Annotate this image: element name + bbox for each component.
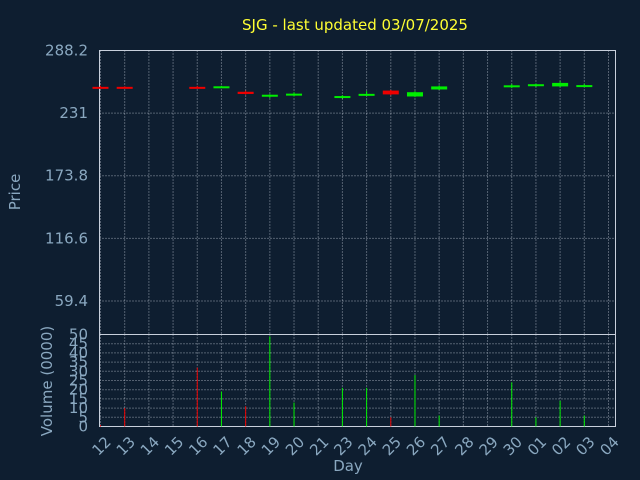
candle-body	[237, 91, 254, 94]
x-tick-label: 16	[185, 433, 211, 459]
candle-25	[382, 89, 399, 96]
candle-body	[576, 85, 593, 88]
candle-17	[213, 85, 230, 89]
volume-panel: 50454035302520151050	[69, 326, 616, 436]
candle-body	[431, 86, 448, 90]
x-tick-label: 21	[306, 433, 332, 459]
candle-24	[358, 91, 375, 97]
x-tick-label: 01	[524, 433, 550, 459]
x-tick-label: 27	[427, 433, 453, 459]
price-tick-label: 231	[59, 104, 88, 122]
price-plot-frame	[99, 50, 616, 335]
x-tick-label: 02	[548, 433, 574, 459]
candle-18	[237, 90, 254, 95]
x-tick-label: 30	[500, 433, 526, 459]
price-tick-label: 173.8	[45, 167, 88, 185]
price-tick-label: 288.2	[45, 42, 88, 60]
candle-body	[261, 94, 278, 97]
candle-body	[382, 90, 399, 95]
candle-12	[92, 85, 109, 89]
candle-body	[189, 86, 206, 89]
x-tick-label: 14	[137, 433, 163, 459]
x-tick-label: 19	[258, 433, 284, 459]
x-tick-label: 25	[379, 433, 405, 459]
candle-27	[431, 85, 448, 91]
x-tick-label: 29	[476, 433, 502, 459]
stock-chart: SJG - last updated 03/07/2025 288.2 231 17…	[6, 16, 623, 475]
candle-body	[92, 86, 109, 89]
candle-body	[527, 84, 544, 87]
price-tick-label: 116.6	[45, 229, 88, 247]
price-y-ticks: 288.2 231 173.8 116.6 59.4	[45, 42, 88, 310]
x-axis-label: Day	[333, 457, 363, 475]
candle-26	[406, 91, 423, 98]
volume-y-ticks: 50454035302520151050	[69, 326, 88, 436]
volume-tick-label: 0	[78, 418, 88, 436]
x-tick-label: 18	[234, 433, 260, 459]
x-tick-label: 12	[89, 433, 115, 459]
x-tick-label: 17	[209, 433, 235, 459]
x-tick-label: 03	[572, 433, 598, 459]
candle-body	[503, 85, 520, 88]
candle-30	[503, 84, 520, 89]
candle-body	[358, 93, 375, 96]
x-tick-label: 20	[282, 433, 308, 459]
x-tick-label: 15	[161, 433, 187, 459]
candle-01	[527, 83, 544, 87]
candle-body	[116, 86, 133, 89]
candle-body	[552, 82, 569, 87]
candle-03	[576, 83, 593, 88]
x-tick-label: 23	[330, 433, 356, 459]
candle-body	[213, 86, 230, 89]
volume-grid	[99, 334, 616, 427]
candle-23	[334, 95, 351, 99]
candle-16	[189, 85, 206, 89]
chart-title: SJG - last updated 03/07/2025	[242, 16, 468, 34]
price-tick-label: 59.4	[55, 292, 88, 310]
candle-20	[286, 92, 303, 97]
candle-body	[334, 96, 351, 99]
candle-13	[116, 86, 133, 89]
volume-axis-label: Volume (0000)	[38, 326, 56, 436]
x-tick-label: 13	[113, 433, 139, 459]
price-axis-label: Price	[6, 174, 24, 211]
candle-19	[261, 94, 278, 99]
x-tick-label: 26	[403, 433, 429, 459]
candle-02	[552, 81, 569, 88]
x-tick-label: 04	[597, 433, 623, 459]
x-tick-label: 24	[355, 433, 381, 459]
x-tick-label: 28	[451, 433, 477, 459]
price-panel: 288.2 231 173.8 116.6 59.4	[45, 42, 616, 335]
candle-body	[286, 93, 303, 96]
price-grid	[99, 50, 616, 335]
x-axis-ticks: 1213141516171819202123242526272829300102…	[89, 433, 623, 459]
candle-body	[406, 92, 423, 97]
